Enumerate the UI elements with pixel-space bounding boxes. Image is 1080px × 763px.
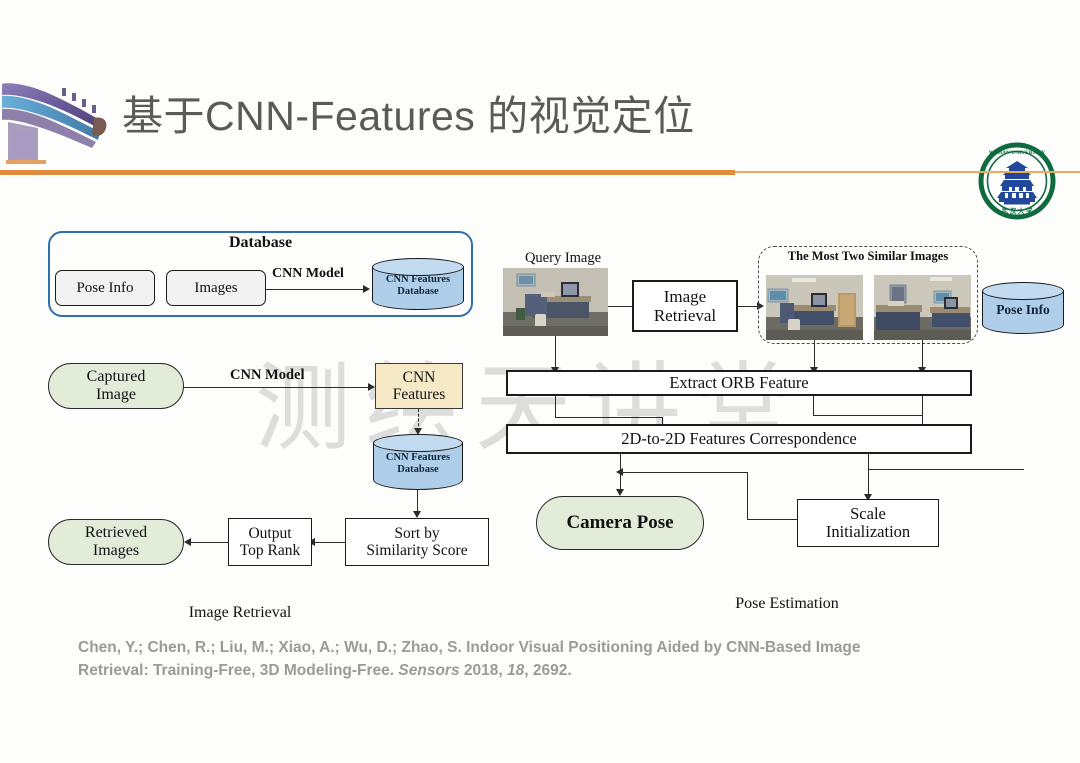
connector-orb-route-left bbox=[555, 417, 663, 419]
pose-info-cylinder: Pose Info bbox=[982, 282, 1064, 334]
connector-similar1-down bbox=[814, 340, 816, 370]
citation-volume: 18 bbox=[506, 662, 525, 680]
svg-text:WUHAN UNIVERSITY: WUHAN UNIVERSITY bbox=[989, 150, 1046, 156]
chinese-pagoda-eave-icon bbox=[2, 68, 110, 172]
image-retrieval-line1: Image bbox=[663, 286, 707, 306]
header-divider-accent bbox=[0, 170, 735, 175]
captured-image-node[interactable]: Captured Image bbox=[48, 363, 184, 409]
connector-corr-route-scale bbox=[868, 469, 1024, 471]
page-title: 基于CNN-Features 的视觉定位 bbox=[122, 93, 695, 139]
cnn-features-node[interactable]: CNN Features bbox=[375, 363, 463, 409]
image-retrieval-node[interactable]: Image Retrieval bbox=[632, 280, 738, 332]
cnn-model-edge-label-db: CNN Model bbox=[272, 266, 344, 281]
cnn-features-database-cylinder-2: CNN Features Database bbox=[373, 434, 463, 490]
scale-init-line1: Scale bbox=[850, 503, 886, 523]
retrieved-line1: Retrieved bbox=[84, 524, 148, 542]
connector-sort-to-output bbox=[312, 542, 346, 544]
connector-similar2-down bbox=[922, 340, 924, 370]
camera-pose-node[interactable]: Camera Pose bbox=[536, 496, 704, 550]
connector-scale-vertical bbox=[747, 472, 749, 520]
connector-orb-down-mid bbox=[813, 396, 815, 416]
slide: 基于CNN-Features 的视觉定位 WUHAN UNIVERSITY 武 … bbox=[0, 0, 1080, 763]
retrieved-line2: Images bbox=[92, 542, 140, 559]
sort-line1: Sort by bbox=[394, 524, 440, 542]
db2-cyl-line2: Database bbox=[397, 464, 439, 475]
citation-line2-part1: Retrieval: Training-Free, 3D Modeling-Fr… bbox=[78, 662, 399, 680]
output-top-rank-node[interactable]: Output Top Rank bbox=[228, 518, 312, 566]
citation-line-2: Retrieval: Training-Free, 3D Modeling-Fr… bbox=[78, 659, 1008, 682]
citation-line2-part2: 2018, bbox=[459, 662, 507, 680]
cnn-model-edge-label: CNN Model bbox=[230, 367, 305, 383]
header-divider-thin bbox=[735, 171, 1080, 173]
db-cyl-line1: CNN Features bbox=[385, 273, 451, 285]
extract-orb-feature-node[interactable]: Extract ORB Feature bbox=[506, 370, 972, 396]
citation-line-1: Chen, Y.; Chen, R.; Liu, M.; Xiao, A.; W… bbox=[78, 639, 861, 656]
arrowhead bbox=[616, 468, 623, 476]
sort-by-similarity-node[interactable]: Sort by Similarity Score bbox=[345, 518, 489, 566]
scale-init-line2: Initialization bbox=[825, 522, 911, 541]
cnn-features-line2: Features bbox=[392, 386, 446, 403]
cnn-features-database-cylinder-1: CNN Features Database bbox=[372, 258, 464, 310]
citation-text: Chen, Y.; Chen, R.; Liu, M.; Xiao, A.; W… bbox=[78, 636, 1008, 683]
similar-image-1-photo[interactable] bbox=[766, 275, 863, 340]
image-retrieval-section-caption: Image Retrieval bbox=[188, 604, 292, 621]
pose-estimation-section-caption: Pose Estimation bbox=[735, 595, 839, 612]
connector-orb-down-left bbox=[555, 396, 557, 418]
db-cyl-line2: Database bbox=[397, 286, 439, 297]
connector-scale-to-camera-top bbox=[620, 472, 748, 474]
output-line2: Top Rank bbox=[239, 542, 301, 559]
connector-scale-into-box bbox=[747, 519, 797, 521]
citation-line2-part3: , 2692. bbox=[524, 662, 572, 680]
pose-info-cylinder-label: Pose Info bbox=[996, 302, 1050, 318]
image-retrieval-line2: Retrieval bbox=[653, 306, 717, 325]
db2-cyl-line1: CNN Features bbox=[385, 451, 451, 463]
similar-images-group-title: The Most Two Similar Images bbox=[787, 249, 949, 263]
retrieved-images-node[interactable]: Retrieved Images bbox=[48, 519, 184, 565]
query-image-label: Query Image bbox=[524, 250, 602, 266]
wuhan-university-seal-icon: WUHAN UNIVERSITY 武 汉 大 学 bbox=[978, 142, 1056, 220]
slide-header: 基于CNN-Features 的视觉定位 WUHAN UNIVERSITY 武 … bbox=[0, 60, 1080, 220]
arrowhead bbox=[363, 285, 370, 293]
correspondence-node[interactable]: 2D-to-2D Features Correspondence bbox=[506, 424, 972, 454]
cnn-features-line1: CNN bbox=[402, 368, 436, 386]
captured-image-line1: Captured bbox=[86, 368, 146, 386]
database-group-title: Database bbox=[228, 234, 293, 251]
svg-text:武 汉 大 学: 武 汉 大 学 bbox=[1002, 206, 1033, 215]
connector-into-scale bbox=[868, 469, 870, 497]
connector-query-to-retrieval bbox=[608, 306, 634, 308]
captured-image-line2: Image bbox=[96, 386, 136, 403]
arrowhead bbox=[413, 511, 421, 518]
pose-info-box[interactable]: Pose Info bbox=[55, 270, 155, 306]
images-box[interactable]: Images bbox=[166, 270, 266, 306]
output-line1: Output bbox=[248, 524, 292, 542]
arrowhead bbox=[368, 383, 375, 391]
connector-query-down bbox=[555, 336, 557, 370]
connector-orb-route-mid bbox=[813, 415, 923, 417]
citation-journal: Sensors bbox=[398, 662, 460, 680]
sort-line2: Similarity Score bbox=[366, 542, 468, 559]
connector-corr-down-scale bbox=[868, 454, 870, 470]
similar-image-2-photo[interactable] bbox=[874, 275, 971, 340]
arrowhead bbox=[184, 538, 191, 546]
connector-captured-to-features bbox=[184, 387, 369, 389]
connector-images-to-db bbox=[266, 289, 364, 291]
query-image-photo[interactable] bbox=[503, 268, 608, 336]
scale-initialization-node[interactable]: Scale Initialization bbox=[797, 499, 939, 547]
connector-output-to-retrieved bbox=[188, 542, 229, 544]
